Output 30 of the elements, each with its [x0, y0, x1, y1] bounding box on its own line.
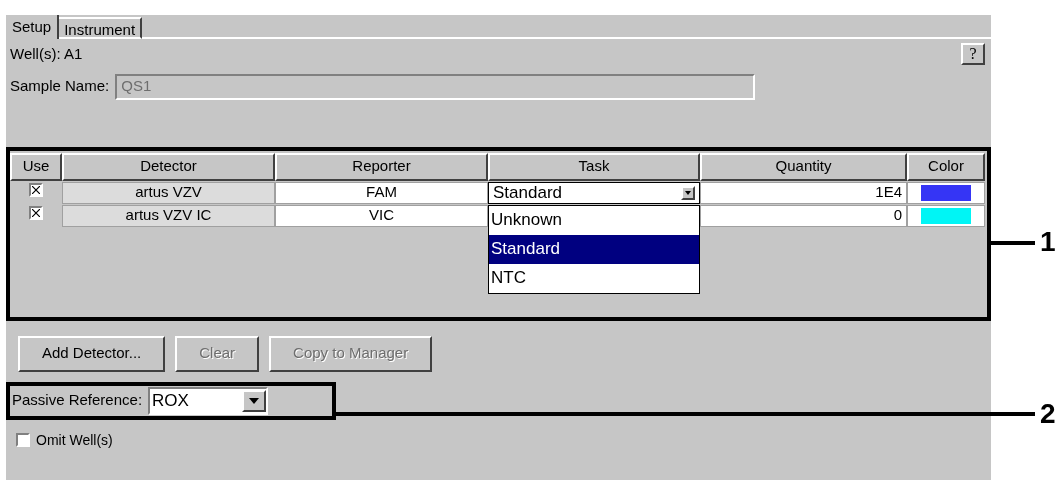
- color-swatch[interactable]: [921, 207, 971, 224]
- checkbox[interactable]: [29, 182, 43, 197]
- column-header: Color: [907, 152, 985, 181]
- checkbox[interactable]: [29, 205, 43, 220]
- table-cell: VIC: [275, 204, 488, 227]
- omit-wells-label: Omit Well(s): [36, 430, 113, 450]
- tab[interactable]: Instrument: [59, 17, 143, 39]
- color-swatch[interactable]: [921, 184, 971, 201]
- column-header: Reporter: [275, 152, 488, 181]
- task-select[interactable]: Standard: [488, 181, 700, 204]
- sample-name-label: Sample Name:: [10, 76, 110, 97]
- callout-number: 1: [1040, 228, 1056, 256]
- column-header: Quantity: [700, 152, 907, 181]
- help-button[interactable]: ?: [961, 43, 985, 66]
- action-button[interactable]: Add Detector...: [18, 335, 166, 372]
- table-cell: artus VZV: [62, 181, 275, 204]
- callout-number: 2: [1040, 400, 1056, 428]
- column-header: Task: [488, 152, 700, 181]
- wells-label: Well(s): A1: [10, 44, 83, 64]
- checkbox[interactable]: [16, 433, 30, 447]
- column-header: Use: [10, 152, 62, 181]
- table-cell: artus VZV IC: [62, 204, 275, 227]
- table-cell: 1E4: [700, 181, 907, 204]
- passive-reference-select[interactable]: ROX: [148, 386, 269, 415]
- dropdown-arrow-icon: [249, 397, 260, 404]
- column-header: Detector: [62, 152, 275, 181]
- table-cell: FAM: [275, 181, 488, 204]
- dropdown-option[interactable]: Standard: [489, 234, 699, 264]
- passive-reference-label: Passive Reference:: [12, 390, 143, 411]
- table-cell: 0: [700, 204, 907, 227]
